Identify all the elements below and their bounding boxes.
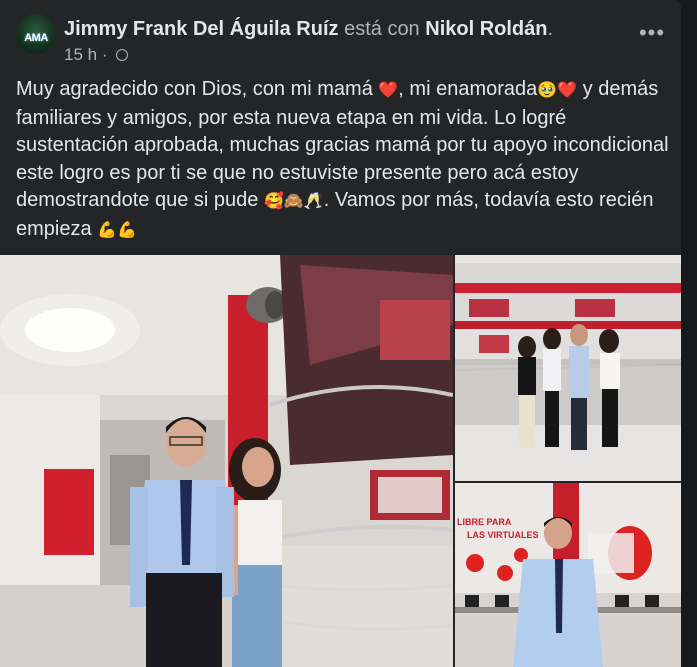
post-title: Jimmy Frank Del Águila Ruíz está con Nik… [64, 17, 553, 41]
post-text: Muy agradecido con Dios, con mi mamá ❤️,… [16, 76, 672, 244]
svg-text:LIBRE PARA: LIBRE PARA [457, 517, 512, 527]
more-options-button[interactable]: ••• [634, 18, 670, 54]
author-name-link[interactable]: Jimmy Frank Del Águila Ruíz [64, 18, 339, 40]
photo-group[interactable] [455, 255, 681, 481]
svg-text:LAS VIRTUALES: LAS VIRTUALES [467, 530, 539, 540]
tagged-person-link[interactable]: Nikol Roldán [425, 18, 547, 40]
text-part: , mi enamorada [398, 78, 538, 100]
post-card: AMA Jimmy Frank Del Águila Ruíz está con… [0, 0, 681, 667]
photo-lab[interactable]: LIBRE PARA LAS VIRTUALES [455, 483, 681, 667]
meta-separator: · [101, 45, 108, 64]
avatar-text: AMA [24, 32, 48, 44]
text-part: Muy agradecido con Dios, con mi mamá [16, 78, 379, 100]
with-text: está con [344, 18, 420, 40]
title-period: . [547, 18, 554, 40]
photo-couple[interactable] [0, 255, 453, 667]
avatar[interactable]: AMA [16, 14, 56, 54]
globe-icon [116, 48, 129, 61]
post-header: AMA Jimmy Frank Del Águila Ruíz está con… [16, 14, 666, 70]
heart-emoji: ❤️ [378, 82, 399, 99]
teary-heart-emoji: 🥹❤️ [537, 82, 578, 99]
celebration-emoji: 🥰🙈🥂 [263, 193, 324, 210]
post-meta: 15 h · [64, 45, 129, 65]
post-time-link[interactable]: 15 h [64, 45, 97, 64]
muscle-emoji: 💪💪 [97, 221, 137, 239]
photo-grid: LIBRE PARA LAS VIRTUALES [0, 255, 681, 667]
